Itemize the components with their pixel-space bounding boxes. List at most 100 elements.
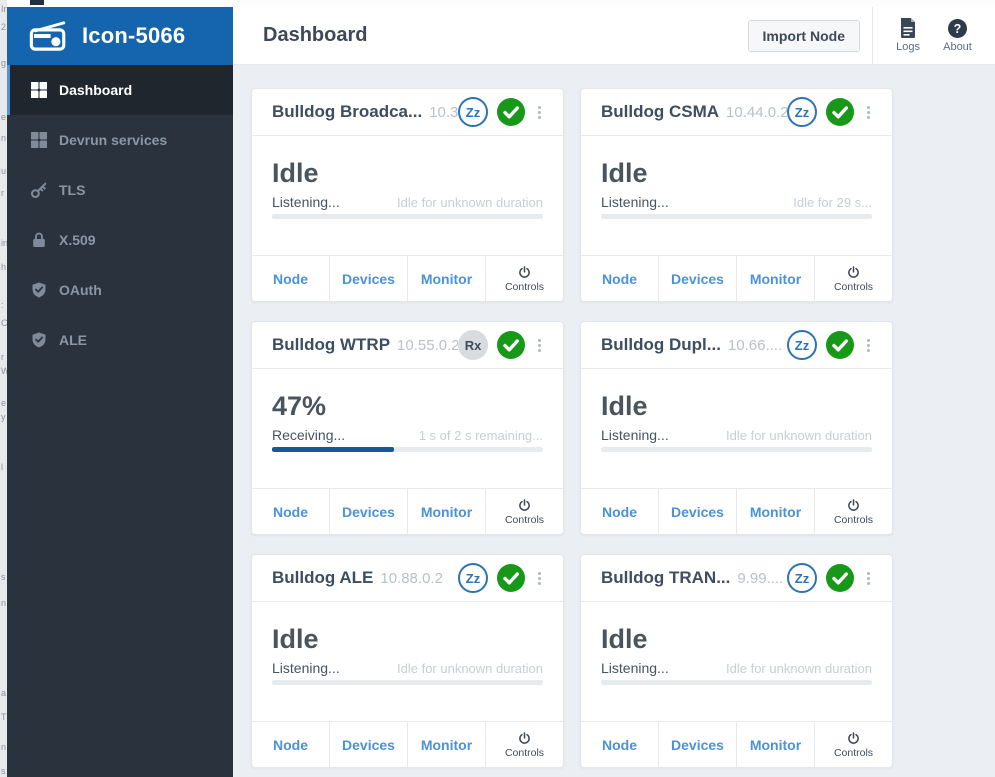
monitor-button[interactable]: Monitor <box>407 256 485 301</box>
node-card: Bulldog Broadca... 10.3... Zz Idle Liste… <box>251 88 564 302</box>
monitor-button[interactable]: Monitor <box>736 256 814 301</box>
sidebar-item-x-509[interactable]: X.509 <box>7 215 233 265</box>
activity-row: Receiving... 1 s of 2 s remaining... <box>272 427 543 443</box>
activity-row: Listening... Idle for unknown duration <box>601 427 872 443</box>
question-circle-icon: ? <box>947 18 967 38</box>
clipped-text-fragment: n <box>1 598 7 608</box>
node-card-body: Idle Listening... Idle for unknown durat… <box>581 369 892 488</box>
grid-icon <box>30 132 47 149</box>
check-circle-icon <box>497 331 525 359</box>
cards-grid: Bulldog Broadca... 10.3... Zz Idle Liste… <box>233 65 995 768</box>
power-icon <box>519 731 530 744</box>
clipped-text-fragment: l <box>1 462 3 472</box>
node-card-header: Bulldog WTRP 10.55.0.2 Rx <box>252 322 563 369</box>
node-card-body: Idle Listening... Idle for unknown durat… <box>581 602 892 721</box>
svg-text:?: ? <box>954 22 962 36</box>
node-button[interactable]: Node <box>581 722 658 767</box>
node-activity: Receiving... <box>272 427 346 444</box>
shield-check-icon <box>30 282 47 299</box>
card-menu-button[interactable] <box>867 338 870 352</box>
node-card-header: Bulldog Dupl... 10.66.... Zz <box>581 322 892 369</box>
node-card: Bulldog WTRP 10.55.0.2 Rx 47% Receiving.… <box>251 321 564 535</box>
power-icon <box>848 731 859 744</box>
sidebar-nav: Dashboard Devrun services TLS X.509 OAuth ALE <box>7 65 233 365</box>
node-activity: Listening... <box>272 660 340 677</box>
node-button[interactable]: Node <box>581 489 658 534</box>
card-menu-button[interactable] <box>538 571 541 585</box>
power-icon <box>519 498 530 511</box>
node-card-header: Bulldog ALE 10.88.0.2 Zz <box>252 555 563 602</box>
about-label: About <box>943 41 972 53</box>
devices-button[interactable]: Devices <box>329 256 407 301</box>
devices-button[interactable]: Devices <box>329 722 407 767</box>
logs-button[interactable]: Logs <box>896 18 920 53</box>
sleep-state-badge: Zz <box>787 97 817 127</box>
sidebar-item-devrun-services[interactable]: Devrun services <box>7 115 233 165</box>
node-status: Idle <box>601 391 648 421</box>
node-button[interactable]: Node <box>581 256 658 301</box>
node-badges: Zz <box>458 563 547 593</box>
about-button[interactable]: ? About <box>943 18 972 53</box>
node-detail: Idle for unknown duration <box>726 661 872 677</box>
sidebar-item-oauth[interactable]: OAuth <box>7 265 233 315</box>
node-card: Bulldog Dupl... 10.66.... Zz Idle Listen… <box>580 321 893 535</box>
controls-button[interactable]: Controls <box>485 489 563 534</box>
monitor-button[interactable]: Monitor <box>407 722 485 767</box>
monitor-button[interactable]: Monitor <box>407 489 485 534</box>
clipped-text-fragment: 2 <box>1 22 7 32</box>
progress-fill <box>272 447 394 453</box>
node-button[interactable]: Node <box>252 489 329 534</box>
sidebar-item-tls[interactable]: TLS <box>7 165 233 215</box>
clipped-text-fragment: u <box>1 166 7 176</box>
clipped-text-fragment: : <box>1 300 4 310</box>
devices-button[interactable]: Devices <box>329 489 407 534</box>
card-menu-button[interactable] <box>538 105 541 119</box>
sidebar-item-dashboard[interactable]: Dashboard <box>7 65 233 115</box>
node-card: Bulldog CSMA 10.44.0.2 Zz Idle Listening… <box>580 88 893 302</box>
import-node-button[interactable]: Import Node <box>747 19 860 52</box>
node-card-footer: Node Devices Monitor Controls <box>581 721 892 767</box>
controls-button[interactable]: Controls <box>814 256 892 301</box>
controls-button[interactable]: Controls <box>485 722 563 767</box>
activity-row: Listening... Idle for 29 s... <box>601 194 872 210</box>
sidebar-item-ale[interactable]: ALE <box>7 315 233 365</box>
node-status: Idle <box>272 624 319 654</box>
page-title: Dashboard <box>263 24 368 46</box>
node-card: Bulldog TRAN... 9.99.... Zz Idle Listeni… <box>580 554 893 768</box>
controls-button[interactable]: Controls <box>814 722 892 767</box>
header-icons: Logs ? About <box>873 18 995 53</box>
card-menu-button[interactable] <box>538 338 541 352</box>
node-activity: Listening... <box>601 194 669 211</box>
node-button[interactable]: Node <box>252 256 329 301</box>
node-detail: Idle for 29 s... <box>793 195 872 211</box>
monitor-button[interactable]: Monitor <box>736 722 814 767</box>
controls-label: Controls <box>833 280 874 293</box>
power-icon <box>848 498 859 511</box>
controls-button[interactable]: Controls <box>485 256 563 301</box>
clipped-text-fragment <box>30 0 44 5</box>
devices-button[interactable]: Devices <box>658 256 736 301</box>
node-card-footer: Node Devices Monitor Controls <box>581 255 892 301</box>
controls-button[interactable]: Controls <box>814 489 892 534</box>
progress-track <box>601 447 872 453</box>
card-menu-button[interactable] <box>867 571 870 585</box>
node-title: Bulldog Broadca... <box>272 102 423 121</box>
clipped-text-fragment: s <box>1 572 6 582</box>
node-card-footer: Node Devices Monitor Controls <box>252 721 563 767</box>
monitor-button[interactable]: Monitor <box>736 489 814 534</box>
node-activity: Listening... <box>601 660 669 677</box>
top-strip <box>7 0 995 7</box>
node-address: 9.99.... <box>737 569 784 587</box>
logs-label: Logs <box>896 41 920 53</box>
node-badges: Rx <box>458 330 547 360</box>
devices-button[interactable]: Devices <box>658 489 736 534</box>
node-title: Bulldog TRAN... <box>601 568 731 587</box>
sleep-state-badge: Rx <box>458 330 488 360</box>
sidebar-item-label: X.509 <box>59 232 96 248</box>
node-button[interactable]: Node <box>252 722 329 767</box>
clipped-text-fragment: r <box>1 188 4 198</box>
node-address: 10.3... <box>429 103 458 121</box>
card-menu-button[interactable] <box>867 105 870 119</box>
activity-row: Listening... Idle for unknown duration <box>272 660 543 676</box>
devices-button[interactable]: Devices <box>658 722 736 767</box>
